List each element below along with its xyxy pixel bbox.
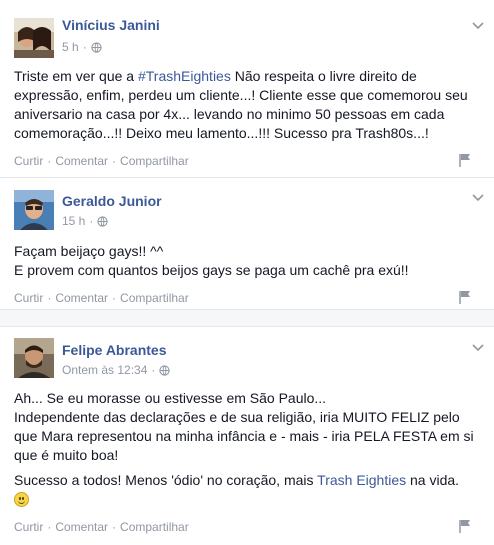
avatar[interactable] bbox=[14, 190, 54, 230]
chevron-down-icon[interactable] bbox=[472, 344, 484, 352]
post-geraldo: Geraldo Junior 15 h · Façam beijaço gays… bbox=[0, 178, 494, 308]
avatar[interactable] bbox=[14, 338, 54, 378]
author-name[interactable]: Geraldo Junior bbox=[62, 193, 162, 209]
post-actions: Curtir · Comentar · Compartilhar bbox=[14, 154, 189, 168]
chevron-down-icon[interactable] bbox=[472, 194, 484, 202]
post-timestamp[interactable]: Ontem às 12:34 bbox=[62, 363, 147, 377]
post-timestamp[interactable]: 5 h bbox=[62, 40, 79, 54]
post-actions: Curtir · Comentar · Compartilhar bbox=[14, 291, 189, 305]
share-button[interactable]: Compartilhar bbox=[120, 520, 189, 534]
share-button[interactable]: Compartilhar bbox=[120, 154, 189, 168]
post-meta: Ontem às 12:34 · bbox=[62, 363, 171, 377]
post-text: Façam beijaço gays!! ^^ E provem com quan… bbox=[14, 243, 409, 278]
divider bbox=[0, 309, 494, 327]
post-text: Triste em ver que a #TrashEighties Não r… bbox=[14, 68, 468, 141]
author-name[interactable]: Vinícius Janini bbox=[62, 17, 160, 33]
hashtag-link[interactable]: #TrashEighties bbox=[138, 68, 231, 84]
avatar[interactable] bbox=[14, 18, 54, 58]
chevron-down-icon[interactable] bbox=[472, 22, 484, 30]
author-name[interactable]: Felipe Abrantes bbox=[62, 342, 167, 358]
comment-button[interactable]: Comentar bbox=[55, 520, 108, 534]
post-text: Ah... Se eu morasse ou estivesse em São … bbox=[14, 389, 480, 509]
flag-icon[interactable] bbox=[458, 153, 472, 167]
page-link[interactable]: Trash Eighties bbox=[317, 472, 406, 488]
like-button[interactable]: Curtir bbox=[14, 520, 43, 534]
flag-icon[interactable] bbox=[458, 290, 472, 304]
globe-icon[interactable] bbox=[159, 364, 171, 376]
comment-button[interactable]: Comentar bbox=[55, 154, 108, 168]
post-meta: 5 h · bbox=[62, 40, 102, 54]
post-timestamp[interactable]: 15 h bbox=[62, 214, 85, 228]
post-actions: Curtir · Comentar · Compartilhar bbox=[14, 520, 189, 534]
post-meta: 15 h · bbox=[62, 214, 108, 228]
like-button[interactable]: Curtir bbox=[14, 291, 43, 305]
smile-emoji bbox=[14, 492, 29, 507]
share-button[interactable]: Compartilhar bbox=[120, 291, 189, 305]
flag-icon[interactable] bbox=[458, 519, 472, 533]
comment-button[interactable]: Comentar bbox=[55, 291, 108, 305]
post-felipe: Felipe Abrantes Ontem às 12:34 · Ah... S… bbox=[0, 328, 494, 545]
globe-icon[interactable] bbox=[97, 215, 108, 227]
post-vinicius: Vinícius Janini 5 h · Triste em ver que … bbox=[0, 0, 494, 177]
globe-icon[interactable] bbox=[91, 41, 102, 53]
like-button[interactable]: Curtir bbox=[14, 154, 43, 168]
